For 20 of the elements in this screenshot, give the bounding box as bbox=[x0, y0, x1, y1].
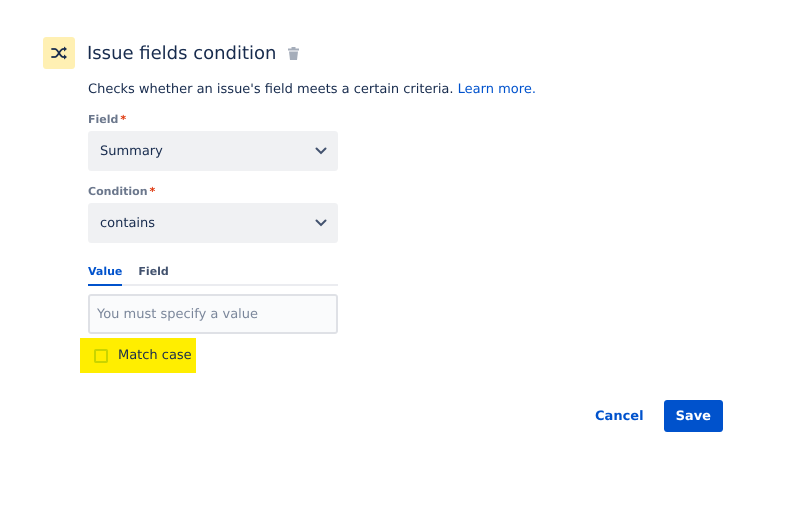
tab[interactable]: Value bbox=[88, 265, 122, 286]
tab[interactable]: Field bbox=[138, 265, 169, 286]
required-mark: * bbox=[150, 185, 156, 198]
learn-more-link[interactable]: Learn more. bbox=[458, 82, 536, 97]
cancel-button[interactable]: Cancel bbox=[583, 400, 656, 432]
trash-icon[interactable] bbox=[288, 46, 300, 60]
save-button[interactable]: Save bbox=[664, 400, 723, 432]
checkbox[interactable] bbox=[94, 348, 108, 362]
shuffle-icon bbox=[43, 37, 75, 69]
chevron-down-icon bbox=[315, 147, 327, 155]
description-text: Checks whether an issue's field meets a certain criteria. bbox=[88, 82, 454, 97]
required-mark: * bbox=[120, 113, 126, 126]
field-label: Field bbox=[88, 113, 118, 126]
field-label: Condition bbox=[88, 185, 148, 198]
panel-title: Issue fields condition bbox=[87, 42, 276, 64]
checkbox-label: Match case bbox=[118, 348, 192, 363]
dropdown-field[interactable]: contains bbox=[88, 203, 338, 243]
dropdown-field[interactable]: Summary bbox=[88, 131, 338, 171]
chevron-down-icon bbox=[315, 219, 327, 227]
value-input-field[interactable]: You must specify a value bbox=[88, 294, 338, 334]
